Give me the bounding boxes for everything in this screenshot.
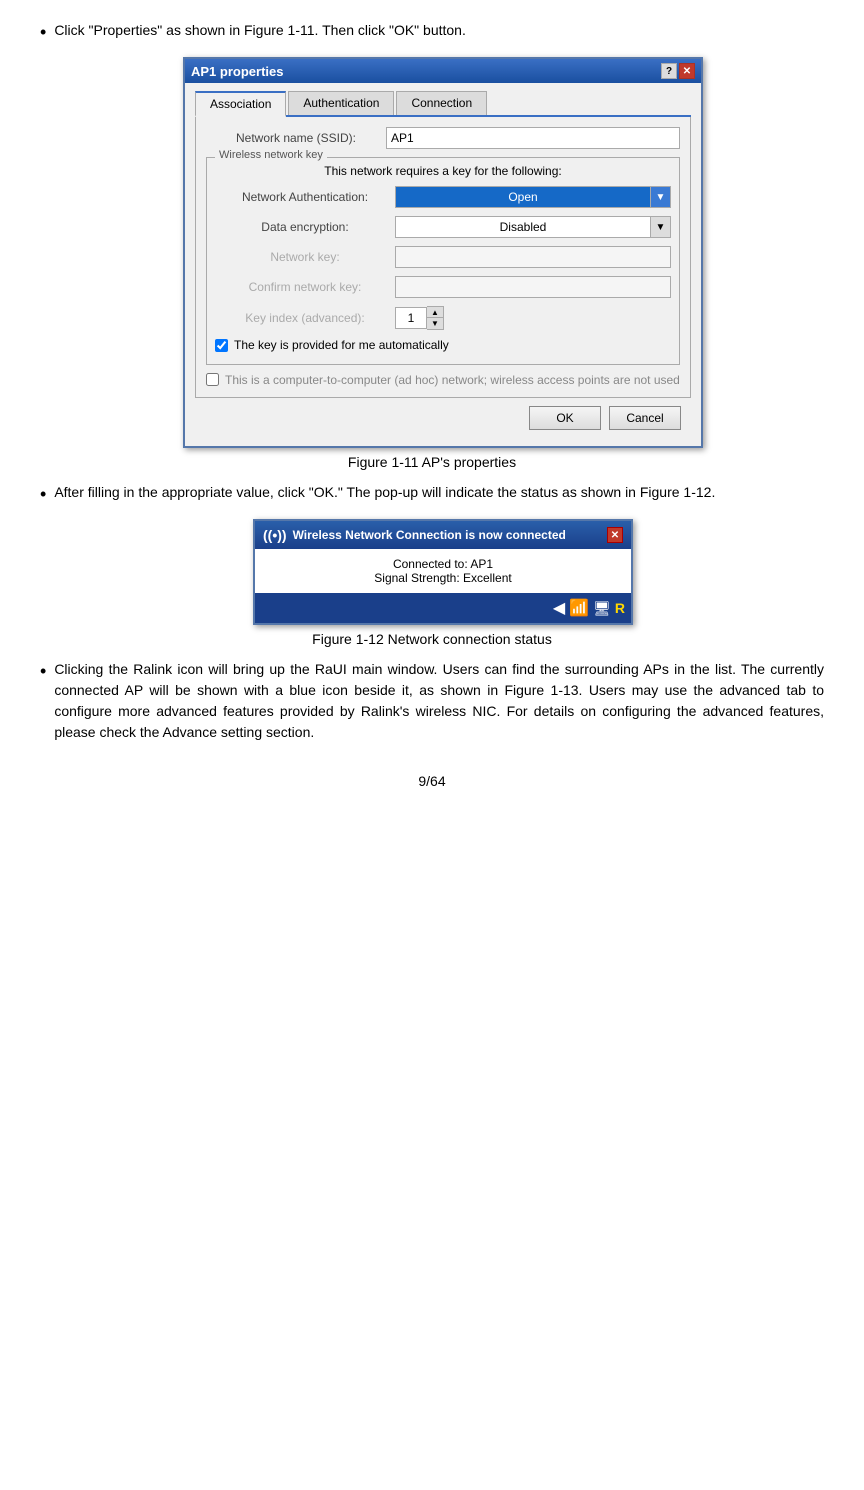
taskbar-wifi-signal: 📶 xyxy=(569,598,589,618)
popup-header-text: Wireless Network Connection is now conne… xyxy=(293,528,566,542)
network-auth-value: Open xyxy=(396,190,650,204)
dialog-footer: OK Cancel xyxy=(195,398,691,436)
tab-content-association: Network name (SSID): Wireless network ke… xyxy=(195,117,691,398)
page-number: 9/64 xyxy=(40,773,824,789)
bullet-item-3: • Clicking the Ralink icon will bring up… xyxy=(40,659,824,743)
network-name-input[interactable] xyxy=(386,127,680,149)
network-name-label: Network name (SSID): xyxy=(206,131,386,145)
data-enc-arrow[interactable]: ▼ xyxy=(650,217,670,237)
close-button[interactable]: ✕ xyxy=(679,63,695,79)
dialog-body: Association Authentication Connection Ne… xyxy=(185,83,701,446)
figure-1-12-caption: Figure 1-12 Network connection status xyxy=(40,631,824,647)
spinner-up[interactable]: ▲ xyxy=(427,307,443,318)
figure-1-11-caption: Figure 1-11 AP's properties xyxy=(40,454,824,470)
key-index-row: Key index (advanced): ▲ ▼ xyxy=(215,306,671,330)
dialog-title: AP1 properties xyxy=(191,64,283,79)
popup-body: Connected to: AP1 Signal Strength: Excel… xyxy=(255,549,631,593)
ad-hoc-label: This is a computer-to-computer (ad hoc) … xyxy=(225,373,680,387)
popup-footer: ◀ 📶 🖥 R xyxy=(255,593,631,623)
tab-association[interactable]: Association xyxy=(195,91,286,117)
bullet-dot-1: • xyxy=(40,20,46,45)
figure-1-11-container: AP1 properties ? ✕ Association Authentic… xyxy=(62,57,824,448)
taskbar-back-icon: ◀ xyxy=(553,598,565,618)
bullet-dot-2: • xyxy=(40,482,46,507)
network-key-input[interactable] xyxy=(395,246,671,268)
tab-bar: Association Authentication Connection xyxy=(195,91,691,117)
data-enc-select[interactable]: Disabled ▼ xyxy=(395,216,671,238)
connected-to-text: Connected to: AP1 xyxy=(265,557,621,571)
group-box-desc: This network requires a key for the foll… xyxy=(215,164,671,178)
network-auth-label: Network Authentication: xyxy=(215,190,395,204)
auto-key-checkbox-row: The key is provided for me automatically xyxy=(215,338,671,352)
confirm-key-label: Confirm network key: xyxy=(215,280,395,294)
confirm-key-row: Confirm network key: xyxy=(215,276,671,298)
confirm-key-input[interactable] xyxy=(395,276,671,298)
ok-button[interactable]: OK xyxy=(529,406,601,430)
taskbar-monitor-icon: 🖥 xyxy=(593,600,611,617)
network-auth-select[interactable]: Open ▼ xyxy=(395,186,671,208)
network-auth-arrow[interactable]: ▼ xyxy=(650,187,670,207)
key-index-field[interactable] xyxy=(395,307,427,329)
popup-close-button[interactable]: ✕ xyxy=(607,527,623,543)
bullet-item-2: • After filling in the appropriate value… xyxy=(40,482,824,507)
wireless-key-group: Wireless network key This network requir… xyxy=(206,157,680,365)
bullet-text-2: After filling in the appropriate value, … xyxy=(54,482,715,503)
figure-1-12-container: ((•)) Wireless Network Connection is now… xyxy=(62,519,824,625)
auto-key-label: The key is provided for me automatically xyxy=(234,338,449,352)
key-index-label: Key index (advanced): xyxy=(215,311,395,325)
ad-hoc-row: This is a computer-to-computer (ad hoc) … xyxy=(206,373,680,387)
spinner-down[interactable]: ▼ xyxy=(427,318,443,329)
taskbar-ralink-icon: R xyxy=(615,600,625,616)
bullet-text-1: Click "Properties" as shown in Figure 1-… xyxy=(54,20,466,41)
help-button[interactable]: ? xyxy=(661,63,677,79)
cancel-button[interactable]: Cancel xyxy=(609,406,681,430)
data-enc-value: Disabled xyxy=(396,220,650,234)
wifi-icon: ((•)) xyxy=(263,527,287,543)
ad-hoc-checkbox[interactable] xyxy=(206,373,219,386)
signal-strength-text: Signal Strength: Excellent xyxy=(265,571,621,585)
bullet-dot-3: • xyxy=(40,659,46,684)
tab-authentication[interactable]: Authentication xyxy=(288,91,394,115)
network-key-label: Network key: xyxy=(215,250,395,264)
dialog-title-bar: AP1 properties ? ✕ xyxy=(185,59,701,83)
network-key-row: Network key: xyxy=(215,246,671,268)
key-index-spinner: ▲ ▼ xyxy=(395,306,445,330)
ap1-properties-dialog: AP1 properties ? ✕ Association Authentic… xyxy=(183,57,703,448)
network-name-row: Network name (SSID): xyxy=(206,127,680,149)
network-connection-popup: ((•)) Wireless Network Connection is now… xyxy=(253,519,633,625)
data-enc-row: Data encryption: Disabled ▼ xyxy=(215,216,671,238)
auto-key-checkbox[interactable] xyxy=(215,339,228,352)
data-enc-label: Data encryption: xyxy=(215,220,395,234)
spinner-buttons: ▲ ▼ xyxy=(427,306,444,330)
tab-connection[interactable]: Connection xyxy=(396,91,487,115)
group-box-title: Wireless network key xyxy=(215,149,327,161)
bullet-text-3: Clicking the Ralink icon will bring up t… xyxy=(54,659,824,743)
network-auth-row: Network Authentication: Open ▼ xyxy=(215,186,671,208)
popup-header: ((•)) Wireless Network Connection is now… xyxy=(255,521,631,549)
bullet-item-1: • Click "Properties" as shown in Figure … xyxy=(40,20,824,45)
title-buttons: ? ✕ xyxy=(661,63,695,79)
